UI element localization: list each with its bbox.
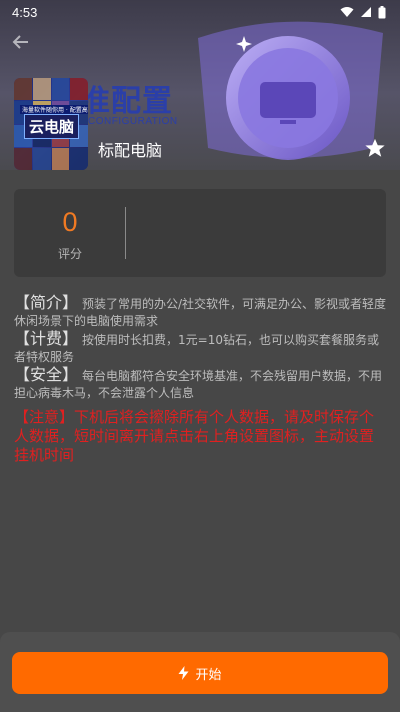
star-icon [365, 138, 385, 157]
favorite-button[interactable] [364, 137, 386, 159]
start-button-label: 开始 [195, 667, 222, 683]
billing-tag: 【计费】 [14, 329, 79, 348]
security-paragraph: 【安全】 每台电脑都符合安全环境基准，不会残留用户数据，不用担心病毒木马，不会泄露… [14, 366, 388, 402]
notice-tag: 【注意】 [14, 408, 75, 426]
cover-label: 云电脑 [24, 114, 80, 139]
signal-icon [361, 7, 371, 17]
billing-paragraph: 【计费】 按使用时长扣费，1元=10钻石，也可以购买套餐服务或者特权服务 [14, 330, 388, 366]
security-tag: 【安全】 [14, 365, 79, 384]
cover-strip-text: 海量软件随你用 · 配置高端 [20, 105, 88, 114]
lightning-icon [178, 666, 189, 680]
app-description: 【简介】 预装了常用的办公/社交软件，可满足办公、影视或者轻度休闲场景下的电脑使用… [14, 294, 388, 402]
battery-icon [378, 5, 386, 18]
score-divider [125, 207, 126, 259]
score-label: 评分 [57, 247, 82, 261]
banner-background-subtitle: CONFIGURATION [88, 116, 178, 127]
app-cover-image: 海量软件随你用 · 配置高端 云电脑 [14, 78, 88, 170]
back-arrow-icon [12, 35, 28, 49]
intro-paragraph: 【简介】 预装了常用的办公/社交软件，可满足办公、影视或者轻度休闲场景下的电脑使用… [14, 294, 388, 330]
intro-tag: 【简介】 [14, 293, 79, 312]
app-name: 标配电脑 [98, 141, 163, 160]
score-value: 0 [62, 207, 78, 237]
banner-background-title: 准配置 [80, 84, 173, 119]
status-bar: 4:53 [0, 0, 400, 24]
wifi-icon [340, 7, 354, 17]
start-button[interactable]: 开始 [12, 652, 388, 694]
notice-paragraph: 【注意】下机后将会擦除所有个人数据，请及时保存个人数据，短时间离开请点击右上角设… [14, 408, 388, 465]
status-time: 4:53 [12, 4, 38, 20]
back-button[interactable] [12, 34, 34, 54]
monitor-emblem-icon [198, 21, 383, 160]
status-icons [340, 5, 386, 19]
score-card: 0 评分 [14, 189, 386, 277]
